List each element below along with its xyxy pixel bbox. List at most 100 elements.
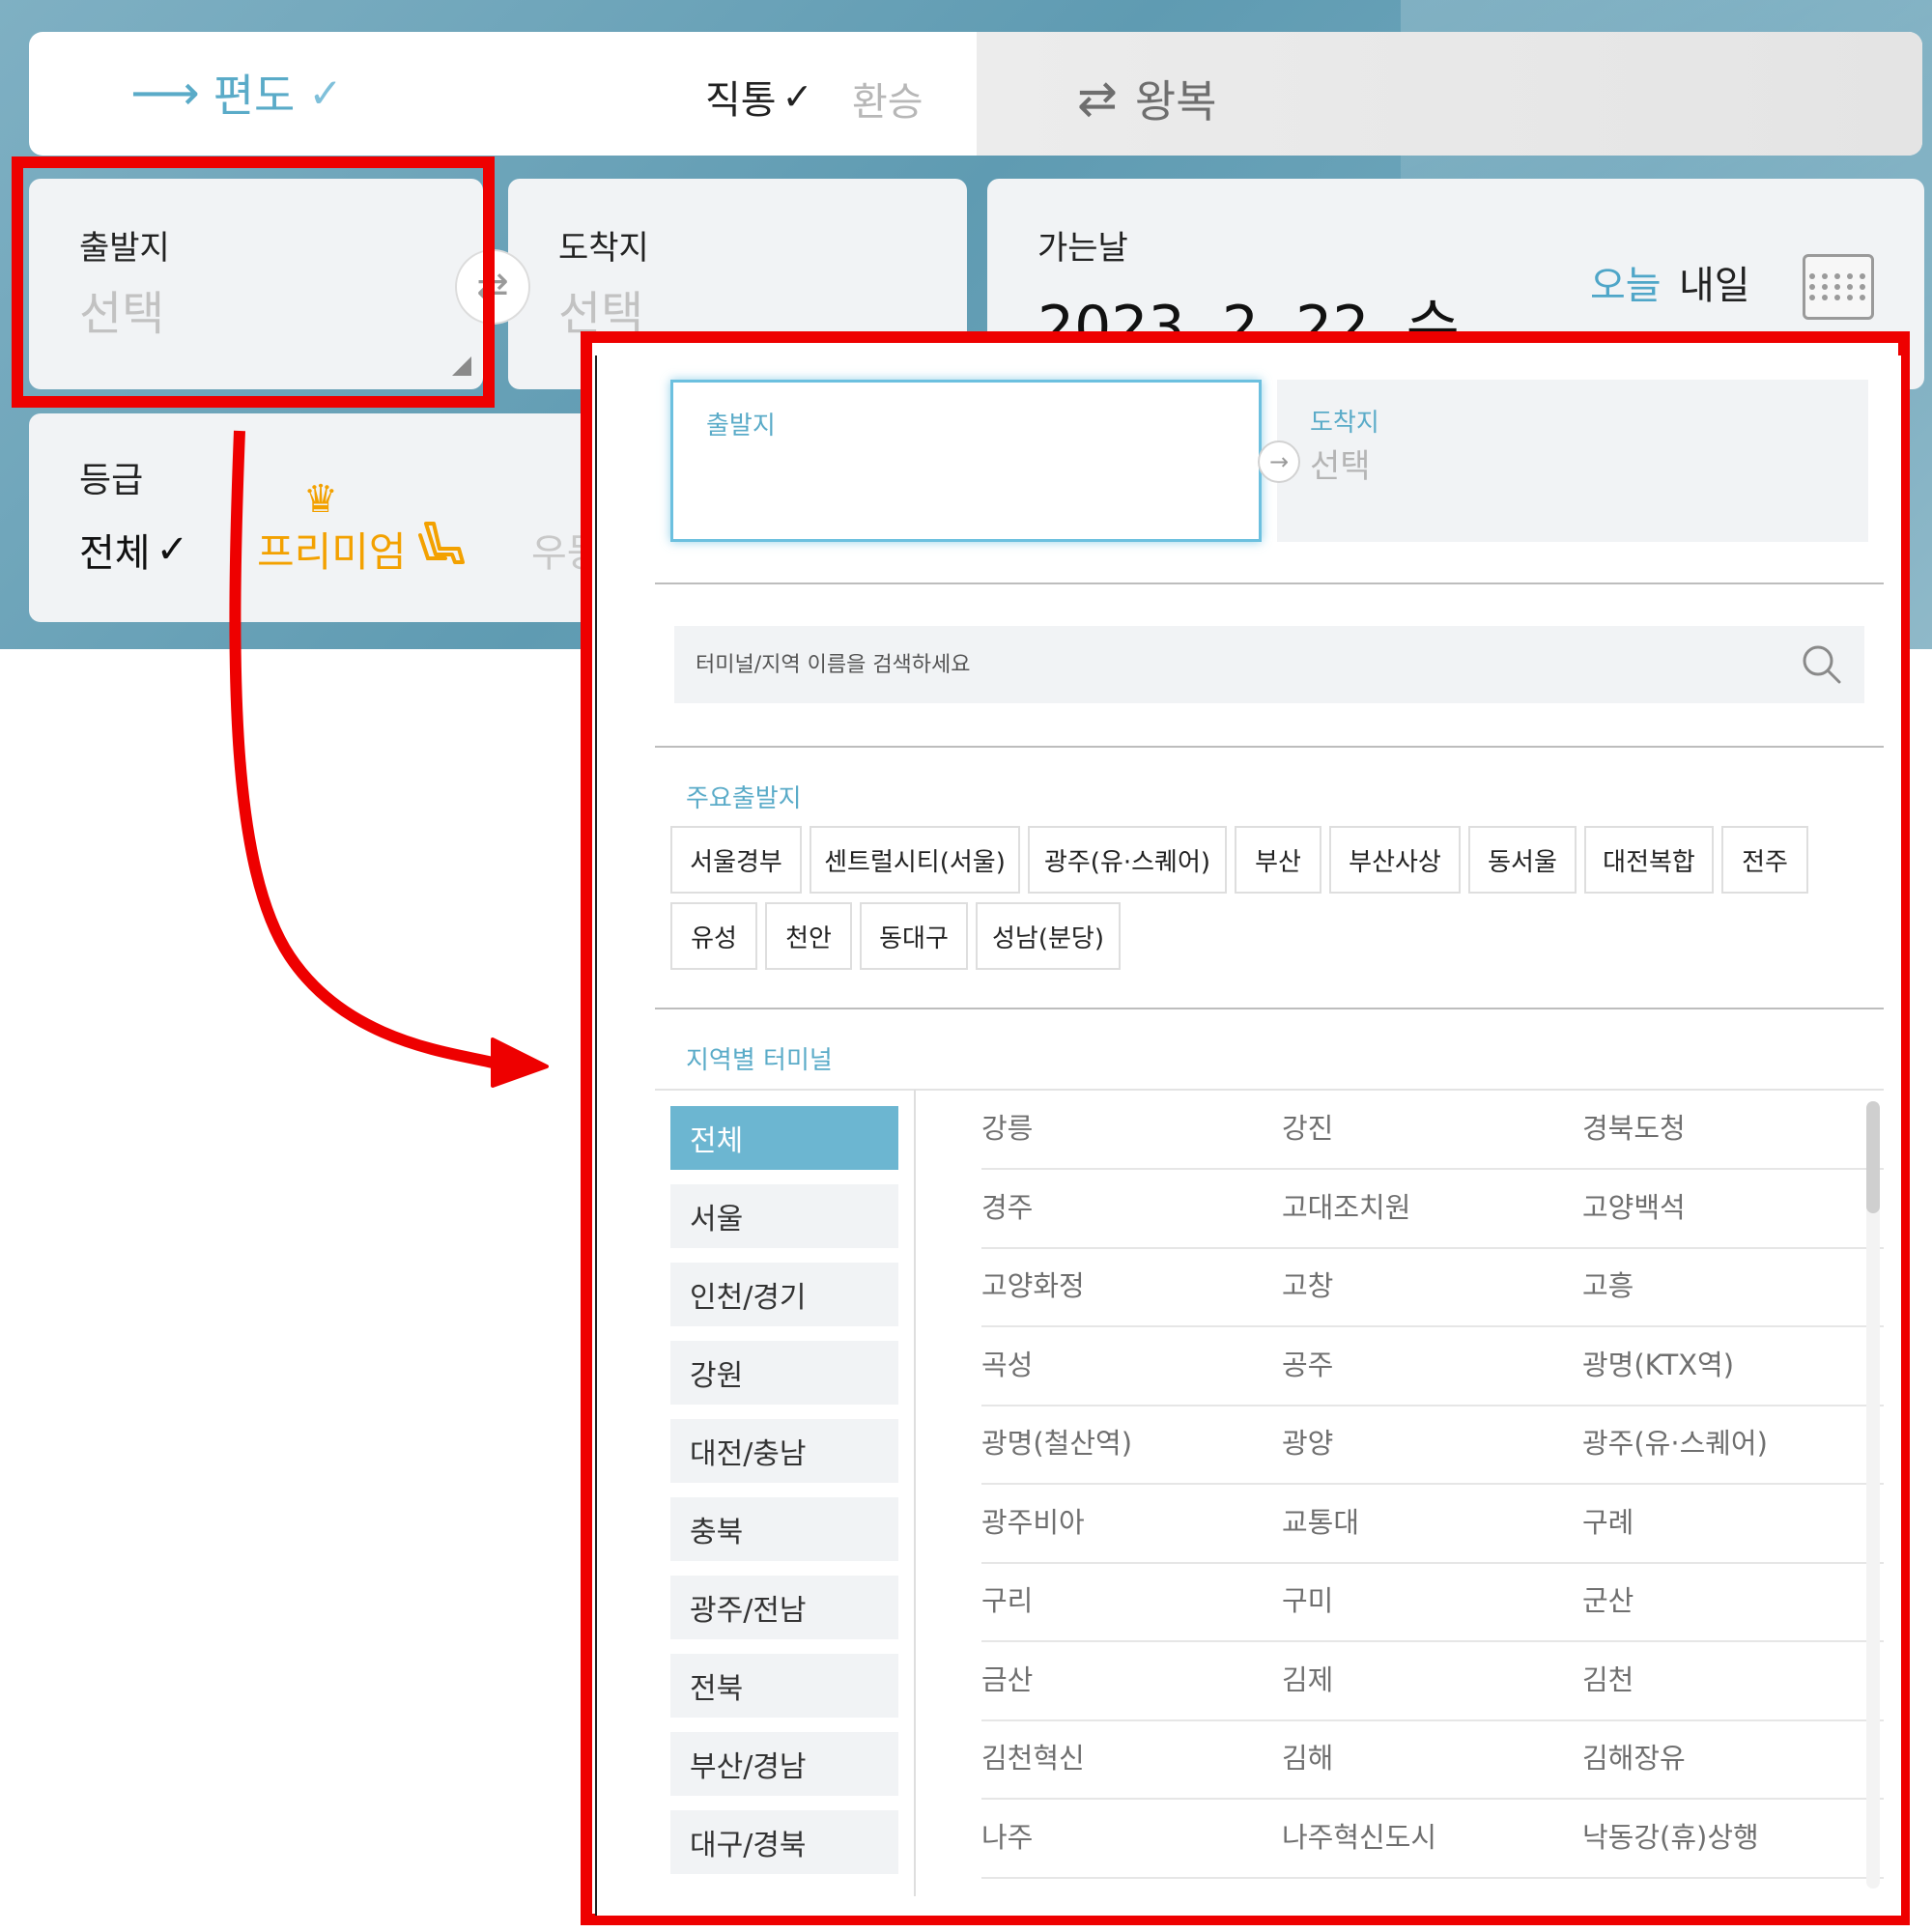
major-departure-chip[interactable]: 천안 <box>765 902 852 970</box>
grade-premium-option[interactable]: ♛ 프리미엄 <box>257 477 470 579</box>
check-icon: ✓ <box>156 527 189 572</box>
transfer-option[interactable]: 환승 <box>852 71 923 127</box>
terminal-item[interactable]: 구례 <box>1582 1500 1634 1541</box>
direct-option[interactable]: 직통 ✓ <box>705 69 812 125</box>
popup-departure-label: 출발지 <box>706 412 776 440</box>
seat-icon <box>416 520 470 579</box>
divider <box>655 1008 1884 1009</box>
major-departure-chip[interactable]: 부산사상 <box>1329 826 1461 894</box>
grade-all-option[interactable]: 전체 ✓ <box>79 522 188 578</box>
row-divider <box>981 1798 1884 1800</box>
major-departure-chip[interactable]: 동대구 <box>860 902 968 970</box>
region-tab-all[interactable]: 전체 <box>670 1106 898 1170</box>
major-departure-chip[interactable]: 서울경부 <box>670 826 802 894</box>
arrival-label: 도착지 <box>558 229 649 268</box>
region-tab-gwangju-jeonnam[interactable]: 광주/전남 <box>670 1576 898 1639</box>
oneway-tab[interactable]: ⟶ 편도 ✓ <box>130 61 343 125</box>
popup-departure-field[interactable]: 출발지 <box>670 380 1262 542</box>
terminal-item[interactable]: 광양 <box>1282 1421 1333 1462</box>
terminal-item[interactable]: 광주(유·스퀘어) <box>1582 1421 1768 1462</box>
terminal-item[interactable]: 고양백석 <box>1582 1185 1686 1226</box>
terminal-item[interactable]: 강릉 <box>981 1106 1033 1147</box>
scrollbar-thumb[interactable] <box>1866 1101 1880 1213</box>
major-departure-chip[interactable]: 부산 <box>1235 826 1321 894</box>
popup-arrival-field[interactable]: 도착지 선택 <box>1277 380 1868 542</box>
terminal-item[interactable]: 김제 <box>1282 1658 1333 1698</box>
terminal-item[interactable]: 고창 <box>1282 1264 1333 1304</box>
major-departure-chip[interactable]: 동서울 <box>1468 826 1577 894</box>
crown-icon: ♛ <box>303 477 338 522</box>
scrollbar-track[interactable] <box>1866 1101 1880 1889</box>
region-tab-daegu-gyeongbuk[interactable]: 대구/경북 <box>670 1810 898 1874</box>
terminal-item[interactable]: 고대조치원 <box>1282 1185 1410 1226</box>
terminal-item[interactable]: 김해 <box>1282 1736 1333 1776</box>
row-divider <box>981 1640 1884 1642</box>
today-button[interactable]: 오늘 <box>1590 254 1662 310</box>
terminal-item[interactable]: 금산 <box>981 1658 1033 1698</box>
terminal-item[interactable]: 광명(KTX역) <box>1582 1343 1734 1383</box>
region-tab-incheon-gyeonggi[interactable]: 인천/경기 <box>670 1263 898 1326</box>
terminal-item[interactable]: 구리 <box>981 1578 1033 1619</box>
terminal-item[interactable]: 경북도청 <box>1582 1106 1686 1147</box>
region-tab-busan-gyeongnam[interactable]: 부산/경남 <box>670 1732 898 1796</box>
terminal-item[interactable]: 김해장유 <box>1582 1736 1686 1776</box>
terminal-item[interactable]: 고양화정 <box>981 1264 1085 1304</box>
terminal-item[interactable]: 낙동강(휴)상행 <box>1582 1815 1759 1856</box>
major-departure-chip[interactable]: 유성 <box>670 902 757 970</box>
region-tab-seoul[interactable]: 서울 <box>670 1184 898 1248</box>
terminal-item[interactable]: 고흥 <box>1582 1264 1634 1304</box>
region-tab-daejeon-chungnam[interactable]: 대전/충남 <box>670 1419 898 1483</box>
major-departure-chip[interactable]: 전주 <box>1721 826 1808 894</box>
search-box <box>674 626 1864 703</box>
check-icon: ✓ <box>308 69 343 117</box>
terminal-item[interactable]: 나주혁신도시 <box>1282 1815 1436 1856</box>
major-departures-title: 주요출발지 <box>686 784 802 813</box>
row-divider <box>981 1246 1884 1249</box>
region-tab-jeonbuk[interactable]: 전북 <box>670 1654 898 1718</box>
divider <box>655 582 1884 584</box>
terminal-item[interactable]: 강진 <box>1282 1106 1333 1147</box>
terminal-item[interactable]: 광주비아 <box>981 1500 1085 1541</box>
terminal-item[interactable]: 공주 <box>1282 1343 1333 1383</box>
direct-label: 직통 <box>705 78 777 123</box>
major-departure-chip[interactable]: 성남(분당) <box>976 902 1121 970</box>
date-label: 가는날 <box>1037 229 1128 268</box>
round-trip-tab[interactable]: ⇄ 왕복 <box>1077 67 1217 130</box>
row-divider <box>981 1325 1884 1327</box>
regional-terminals-title: 지역별 터미널 <box>686 1046 833 1075</box>
terminal-item[interactable]: 나주 <box>981 1815 1033 1856</box>
row-divider <box>981 1483 1884 1485</box>
divider <box>655 746 1884 748</box>
terminal-item[interactable]: 광명(철산역) <box>981 1421 1132 1462</box>
row-divider <box>981 1168 1884 1170</box>
trip-type-bar: ⟶ 편도 ✓ 직통 ✓ 환승 ⇄ 왕복 <box>29 32 1922 156</box>
major-departure-chip[interactable]: 센트럴시티(서울) <box>810 826 1020 894</box>
row-divider <box>981 1561 1884 1564</box>
search-input[interactable] <box>674 626 1785 703</box>
divider <box>655 1089 1884 1091</box>
round-trip-label: 왕복 <box>1134 75 1217 128</box>
right-arrow-icon: ⟶ <box>130 65 200 121</box>
oneway-label: 편도 <box>213 70 296 122</box>
terminal-item[interactable]: 교통대 <box>1282 1500 1359 1541</box>
popup-arrival-label: 도착지 <box>1310 409 1379 438</box>
calendar-icon[interactable] <box>1803 254 1874 320</box>
region-tab-chungbuk[interactable]: 충북 <box>670 1497 898 1561</box>
grade-label: 등급 <box>79 461 144 500</box>
terminal-item[interactable]: 경주 <box>981 1185 1033 1226</box>
terminal-item[interactable]: 군산 <box>1582 1578 1634 1619</box>
terminal-item[interactable]: 김천혁신 <box>981 1736 1085 1776</box>
region-tab-gangwon[interactable]: 강원 <box>670 1341 898 1405</box>
terminal-item[interactable]: 구미 <box>1282 1578 1333 1619</box>
search-icon[interactable] <box>1801 643 1843 686</box>
major-departure-chip[interactable]: 대전복합 <box>1584 826 1714 894</box>
major-departure-chip[interactable]: 광주(유·스퀘어) <box>1028 826 1227 894</box>
row-divider <box>981 1719 1884 1721</box>
popup-arrival-value: 선택 <box>1310 447 1371 486</box>
terminal-item[interactable]: 곡성 <box>981 1343 1033 1383</box>
departure-highlight-box <box>12 156 495 408</box>
row-divider <box>981 1876 1884 1879</box>
terminal-item[interactable]: 김천 <box>1582 1658 1634 1698</box>
row-divider <box>981 1404 1884 1406</box>
tomorrow-button[interactable]: 내일 <box>1679 254 1750 310</box>
